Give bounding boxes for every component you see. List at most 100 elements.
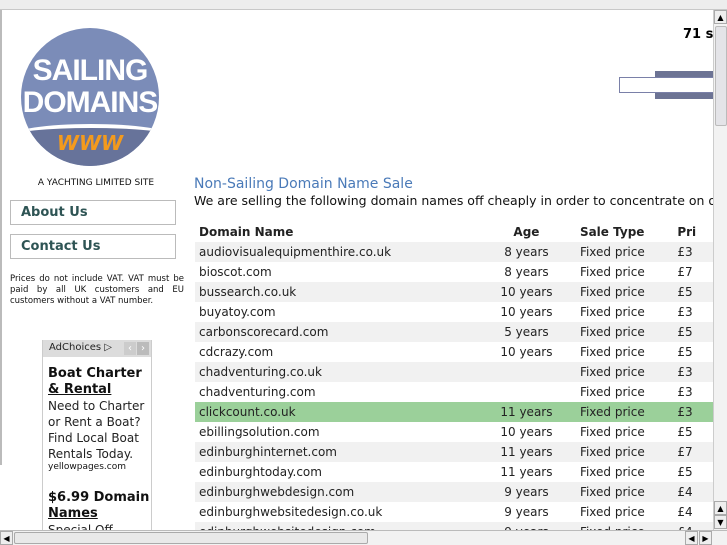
cell-age: 11 years — [500, 465, 553, 479]
cell-domain-name[interactable]: ebillingsolution.com — [195, 422, 477, 442]
ad2-body: Special Off... — [48, 523, 125, 530]
search-input[interactable] — [619, 77, 713, 93]
cell-sale-type: Fixed price — [575, 522, 674, 530]
cell-domain-name[interactable]: edinburghwebsitedesign.com — [195, 522, 477, 530]
cell-age: 9 years — [504, 505, 549, 519]
cell-price: £5 — [677, 425, 693, 439]
cell-sale-type: Fixed price — [579, 385, 645, 399]
table-row[interactable]: edinburghwebsitedesign.com9 yearsFixed p… — [195, 522, 713, 530]
cell-sale-type: Fixed price — [575, 322, 674, 342]
ad1-title-line1[interactable]: Boat Charter — [48, 366, 142, 381]
cell-sale-type: Fixed price — [579, 425, 645, 439]
ad2-title-link[interactable]: Names — [48, 506, 151, 522]
cell-sale-type: Fixed price — [579, 305, 645, 319]
table-row[interactable]: chadventuring.co.uk Fixed price £3 — [195, 362, 713, 382]
ad2-title[interactable]: $6.99 Domain Names — [48, 490, 151, 522]
intro-text: We are selling the following domain name… — [194, 193, 713, 208]
vertical-scrollbar[interactable]: ▲ ▲ ▼ — [713, 10, 727, 530]
scroll-right-icon[interactable]: ▶ — [699, 531, 712, 545]
table-row[interactable]: clickcount.co.uk 11 years Fixed price £3 — [195, 402, 713, 422]
scroll-left-icon[interactable]: ◀ — [0, 531, 13, 545]
cell-price: £5 — [677, 345, 693, 359]
cell-domain-name[interactable]: edinburghinternet.com — [195, 442, 477, 462]
logo-text-2: DOMAINS — [22, 86, 159, 119]
logo-text-1: SAILING — [32, 54, 149, 87]
scroll-down-icon[interactable]: ▼ — [714, 515, 727, 529]
cell-domain-name[interactable]: edinburghwebsitedesign.co.uk — [195, 502, 477, 522]
scroll-left-icon-2[interactable]: ◀ — [685, 531, 698, 545]
scroll-up-icon-2[interactable]: ▲ — [714, 501, 727, 515]
ad-panel: AdChoices ▷ ‹ › Boat Charter & Rental Need… — [42, 340, 152, 530]
cell-domain-name[interactable]: buyatoy.com — [195, 302, 477, 322]
cell-age: 9 years — [476, 482, 576, 502]
scroll-up-icon[interactable]: ▲ — [714, 10, 727, 24]
domain-count: 71 sa — [683, 27, 713, 42]
cell-domain-name[interactable]: bioscot.com — [195, 262, 477, 282]
tagline: A YACHTING LIMITED SITE — [37, 178, 155, 188]
about-us-link[interactable]: About Us — [10, 200, 176, 225]
adchoices-label[interactable]: AdChoices ▷ — [49, 342, 112, 353]
ad1-body: Need to Charter or Rent a Boat? Find Loc… — [48, 399, 145, 461]
page-viewport: SAILING DOMAINS WWW A YACHTING LIMITED S… — [2, 11, 713, 530]
cell-price: £3 — [673, 402, 713, 422]
cell-price: £7 — [673, 442, 713, 462]
table-row[interactable]: edinburghinternet.com 11 years Fixed price… — [195, 442, 713, 462]
cell-age: 10 years — [500, 305, 553, 319]
cell-domain-name[interactable]: edinburghwebdesign.com — [195, 482, 477, 502]
logo-www: WWW — [56, 131, 124, 155]
domain-table: Domain Name Age Sale Type Pri audiovisua… — [195, 222, 713, 530]
cell-price: £3 — [677, 305, 693, 319]
ad1-title-link[interactable]: & Rental — [48, 382, 151, 398]
cell-sale-type: Fixed price — [579, 265, 645, 279]
table-row[interactable]: chadventuring.com Fixed price £3 — [195, 382, 713, 402]
vertical-scroll-thumb[interactable] — [715, 26, 727, 126]
cell-sale-type: Fixed price — [575, 282, 674, 302]
vat-note: Prices do not include VAT. VAT must be p… — [10, 274, 184, 306]
cell-price: £3 — [673, 242, 713, 262]
cell-sale-type: Fixed price — [575, 402, 674, 422]
ad-prev-icon[interactable]: ‹ — [124, 342, 136, 355]
cell-sale-type: Fixed price — [575, 362, 674, 382]
cell-domain-name[interactable]: chadventuring.co.uk — [195, 362, 477, 382]
cell-age: 10 years — [500, 425, 553, 439]
cell-sale-type: Fixed price — [575, 482, 674, 502]
cell-age: 11 years — [476, 442, 576, 462]
ad1-title[interactable]: Boat Charter & Rental — [48, 366, 151, 398]
table-row[interactable]: edinburghwebsitedesign.co.uk 9 years Fixed… — [195, 502, 713, 522]
cell-price: £4 — [673, 482, 713, 502]
cell-domain-name[interactable]: edinburghtoday.com — [195, 462, 477, 482]
table-row[interactable]: bioscot.com 8 years Fixed price £7 — [195, 262, 713, 282]
contact-us-link[interactable]: Contact Us — [10, 234, 176, 259]
col-domain: Domain Name — [199, 225, 294, 239]
cell-domain-name[interactable]: clickcount.co.uk — [195, 402, 477, 422]
cell-price: £7 — [677, 265, 693, 279]
cell-price: £4 — [677, 505, 693, 519]
cell-age: 9 years — [476, 522, 576, 530]
table-row[interactable]: audiovisualequipmenthire.co.uk 8 years Fix… — [195, 242, 713, 262]
adchoices-bar[interactable]: AdChoices ▷ ‹ › — [43, 340, 151, 357]
horizontal-scrollbar[interactable]: ◀ ◀ ▶ — [0, 530, 727, 545]
table-row[interactable]: bussearch.co.uk 10 years Fixed price £5 — [195, 282, 713, 302]
cell-domain-name[interactable]: chadventuring.com — [195, 382, 477, 402]
window-top-bar — [0, 0, 727, 10]
cell-domain-name[interactable]: carbonscorecard.com — [195, 322, 477, 342]
cell-domain-name[interactable]: audiovisualequipmenthire.co.uk — [195, 242, 477, 262]
table-row[interactable]: carbonscorecard.com 5 years Fixed price £5 — [195, 322, 713, 342]
cell-age — [476, 362, 576, 382]
cell-domain-name[interactable]: bussearch.co.uk — [195, 282, 477, 302]
cell-sale-type: Fixed price — [579, 505, 645, 519]
table-row[interactable]: edinburghtoday.com 11 years Fixed price £5 — [195, 462, 713, 482]
ad1-source[interactable]: yellowpages.com — [48, 462, 151, 472]
cell-price: £5 — [673, 282, 713, 302]
table-row[interactable]: ebillingsolution.com 10 years Fixed price £… — [195, 422, 713, 442]
horizontal-scroll-thumb[interactable] — [14, 532, 368, 544]
table-row[interactable]: buyatoy.com 10 years Fixed price £3 — [195, 302, 713, 322]
ad-next-icon[interactable]: › — [137, 342, 149, 355]
table-row[interactable]: cdcrazy.com 10 years Fixed price £5 — [195, 342, 713, 362]
ad2-title-line1[interactable]: $6.99 Domain — [48, 490, 149, 505]
table-row[interactable]: edinburghwebdesign.com 9 years Fixed price… — [195, 482, 713, 502]
cell-price: £4 — [673, 522, 713, 530]
sailing-domains-logo[interactable]: SAILING DOMAINS WWW — [21, 28, 159, 166]
cell-sale-type: Fixed price — [579, 345, 645, 359]
cell-domain-name[interactable]: cdcrazy.com — [195, 342, 477, 362]
